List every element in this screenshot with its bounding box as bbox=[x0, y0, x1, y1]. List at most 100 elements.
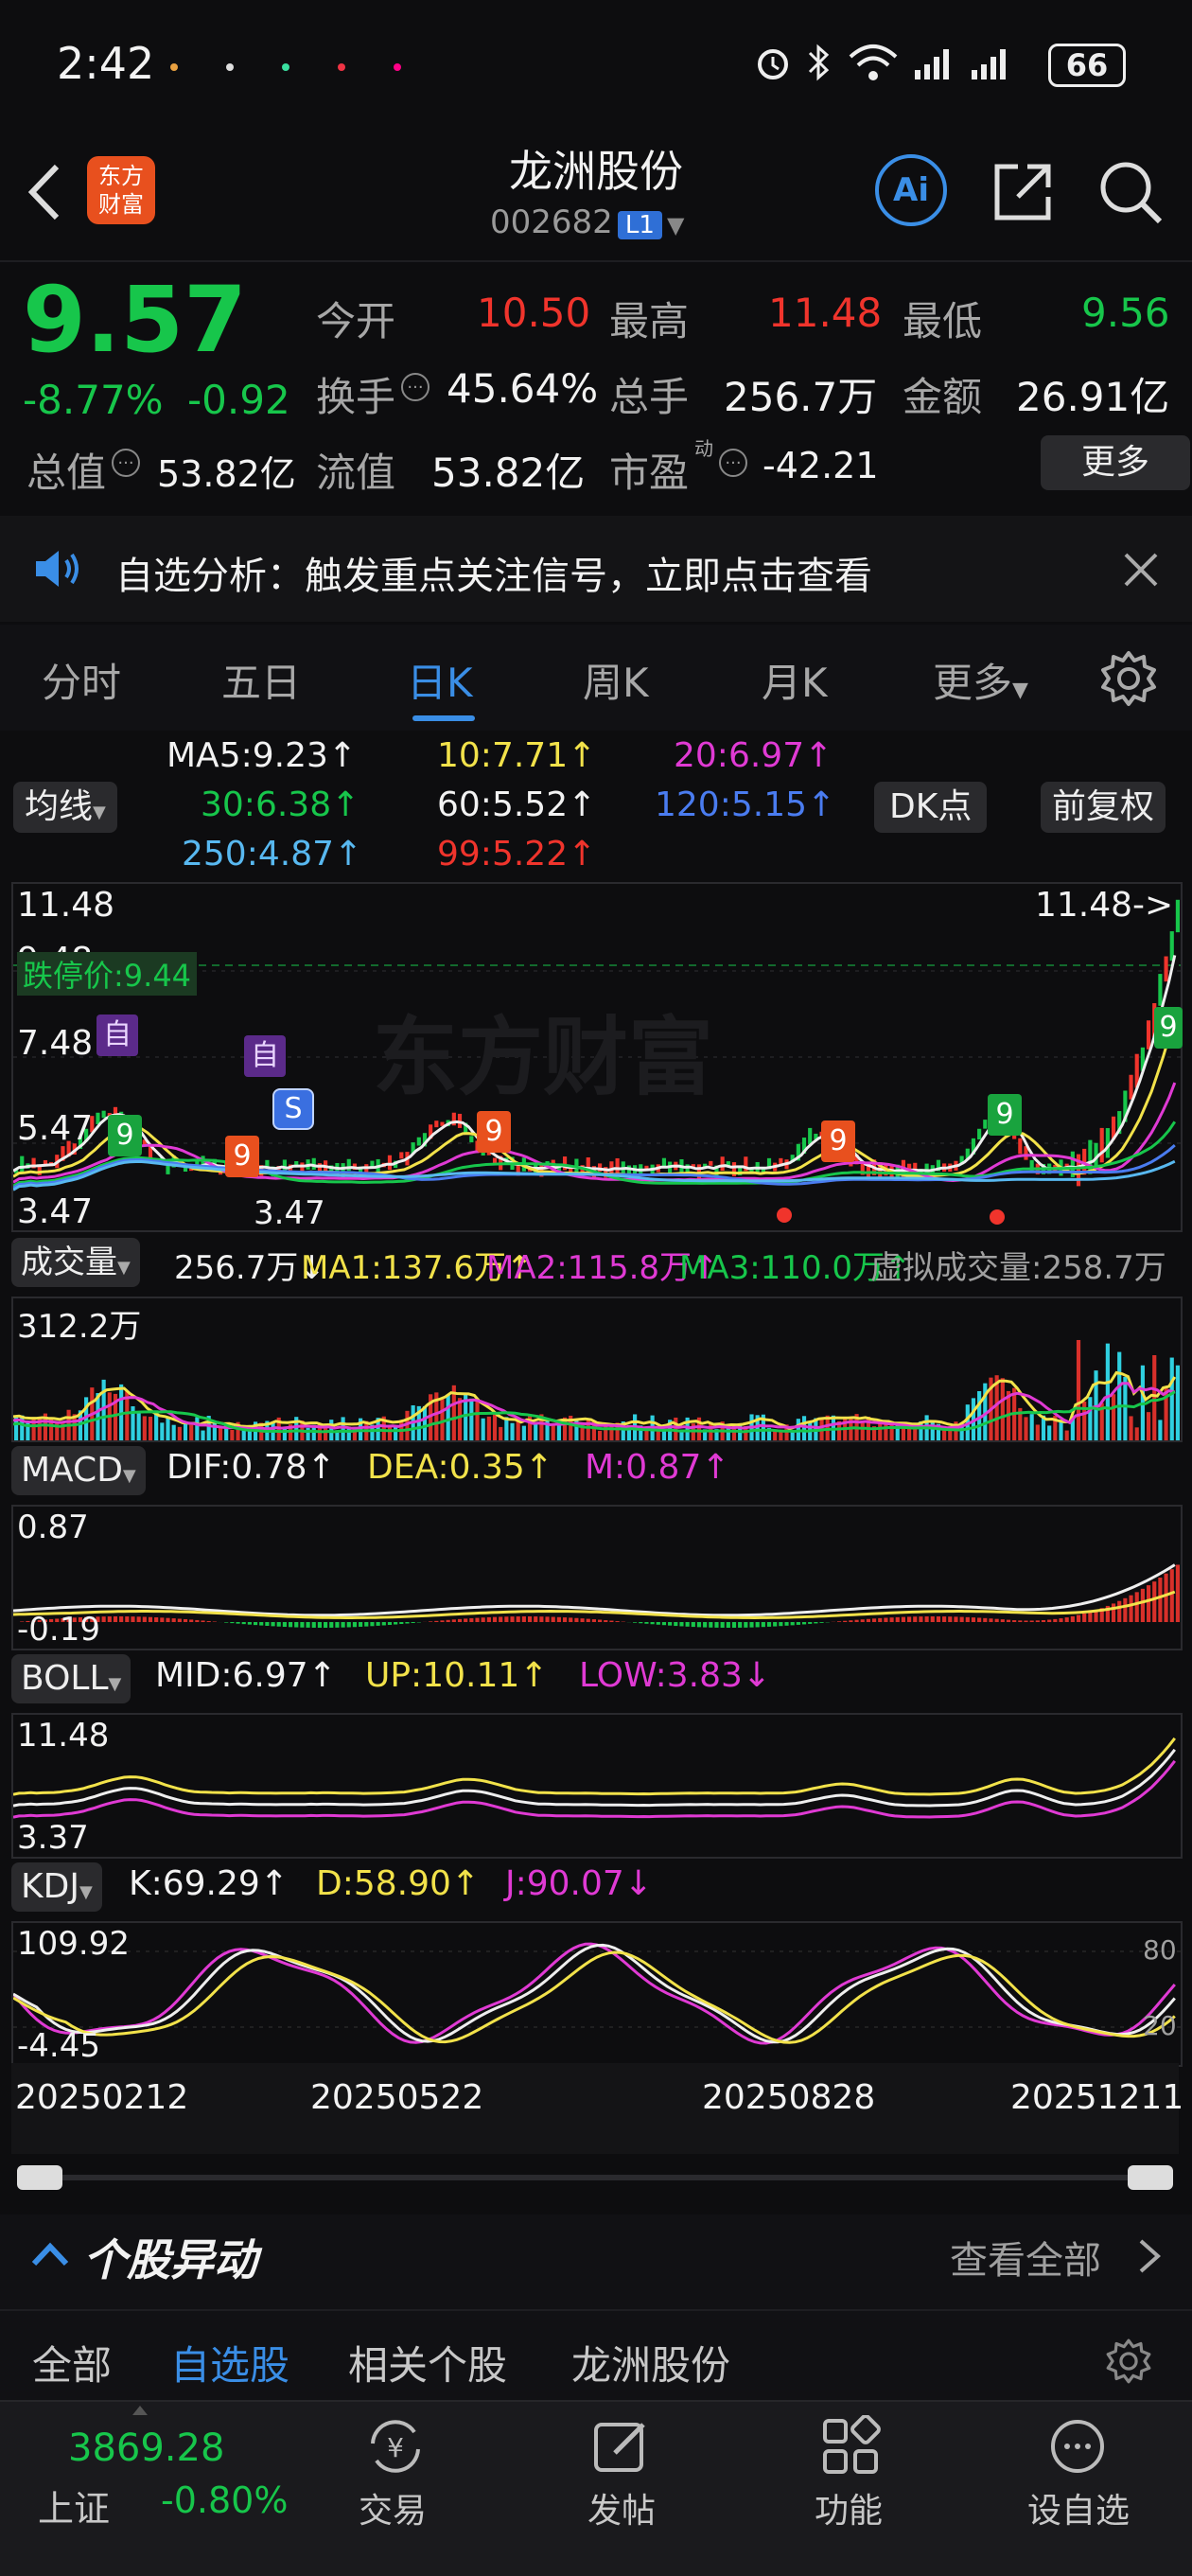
close-icon[interactable] bbox=[1122, 551, 1160, 592]
settings-gear-icon[interactable] bbox=[1099, 649, 1158, 712]
nine-turn-tag: 9 bbox=[821, 1120, 855, 1162]
tab-watchlist[interactable]: 自选股 bbox=[170, 2334, 289, 2391]
macd-bar bbox=[983, 1618, 987, 1622]
kdj-panel[interactable]: 109.92 -4.45 80 20 bbox=[11, 1921, 1183, 2067]
ma60-value: 60:5.52↑ bbox=[437, 785, 596, 824]
boll-panel[interactable]: 11.48 3.37 bbox=[11, 1713, 1183, 1859]
dk-point-button[interactable]: DK点 bbox=[874, 782, 987, 833]
tab-monthly-k[interactable]: 月K bbox=[762, 651, 828, 709]
macd-bar bbox=[679, 1622, 683, 1626]
macd-bar bbox=[697, 1622, 701, 1627]
volume-bar bbox=[189, 1425, 193, 1440]
macd-bar bbox=[633, 1622, 637, 1623]
settings-gear-icon[interactable] bbox=[1105, 2338, 1152, 2389]
more-button[interactable]: 更多 bbox=[1041, 435, 1190, 490]
post-edit-icon[interactable] bbox=[590, 2415, 653, 2481]
candle bbox=[721, 1156, 725, 1171]
volume-chart bbox=[13, 1298, 1181, 1440]
functions-grid-icon[interactable] bbox=[819, 2415, 882, 2481]
macd-bar bbox=[1012, 1620, 1016, 1622]
macd-panel[interactable]: 0.87 -0.19 bbox=[11, 1505, 1183, 1650]
macd-bar bbox=[837, 1621, 841, 1622]
nine-turn-tag: 9 bbox=[477, 1111, 511, 1153]
macd-bar bbox=[510, 1616, 514, 1622]
candle bbox=[399, 1152, 403, 1158]
boll-selector[interactable]: BOLL▼ bbox=[11, 1654, 131, 1703]
info-icon[interactable]: ··· bbox=[719, 449, 747, 477]
low-label: 最低 bbox=[903, 290, 982, 347]
watchlist-tag[interactable]: 自 bbox=[244, 1035, 286, 1077]
macd-bar bbox=[504, 1616, 508, 1622]
macd-bar bbox=[802, 1622, 806, 1624]
volume-bar bbox=[1147, 1412, 1150, 1440]
open-label: 今开 bbox=[316, 290, 395, 347]
info-icon[interactable]: ··· bbox=[401, 373, 429, 401]
active-tab-indicator bbox=[412, 715, 475, 721]
volume-panel[interactable]: 312.2万 bbox=[11, 1297, 1183, 1442]
macd-bar bbox=[977, 1617, 981, 1622]
index-name: 上证 bbox=[38, 2479, 110, 2532]
volume-bar bbox=[423, 1406, 427, 1440]
ai-assistant-button[interactable]: Ai bbox=[875, 154, 947, 226]
share-icon[interactable] bbox=[990, 159, 1056, 229]
current-price: 9.57 bbox=[23, 267, 247, 373]
macd-bar bbox=[854, 1620, 858, 1622]
kdj-k: K:69.29↑ bbox=[129, 1864, 289, 1903]
macd-bar bbox=[307, 1622, 310, 1628]
chevron-up-icon[interactable] bbox=[28, 2233, 72, 2281]
volume-selector[interactable]: 成交量▼ bbox=[11, 1238, 140, 1287]
macd-bar bbox=[359, 1622, 362, 1627]
volume-bar bbox=[1135, 1427, 1139, 1440]
candle bbox=[977, 1129, 981, 1139]
nine-turn-tag: 9 bbox=[1154, 1007, 1183, 1049]
range-handle-right[interactable] bbox=[1128, 2165, 1173, 2190]
tab-weekly-k[interactable]: 周K bbox=[583, 651, 649, 709]
search-icon[interactable] bbox=[1096, 157, 1166, 231]
volume-bar bbox=[598, 1431, 602, 1440]
ma-selector[interactable]: 均线▼ bbox=[13, 782, 117, 833]
nav-post[interactable]: 发帖 bbox=[551, 2483, 692, 2532]
volume-bar bbox=[1112, 1394, 1115, 1440]
macd-bar bbox=[1088, 1612, 1092, 1622]
tab-intraday[interactable]: 分时 bbox=[42, 651, 121, 709]
high-marker: 11.48-> bbox=[1035, 886, 1173, 925]
macd-selector[interactable]: MACD▼ bbox=[11, 1446, 146, 1495]
view-all-link[interactable]: 查看全部 bbox=[950, 2230, 1101, 2285]
tab-related[interactable]: 相关个股 bbox=[348, 2334, 507, 2391]
macd-bar bbox=[440, 1620, 444, 1622]
macd-bar bbox=[784, 1622, 788, 1626]
nav-trade[interactable]: 交易 bbox=[322, 2483, 464, 2532]
volume-bar bbox=[469, 1399, 473, 1440]
range-handle-left[interactable] bbox=[17, 2165, 62, 2190]
macd-bar bbox=[819, 1622, 823, 1623]
stock-code-row[interactable]: 002682 L1 ▼ bbox=[490, 203, 684, 241]
watchlist-tag[interactable]: 自 bbox=[96, 1015, 138, 1056]
macd-bar bbox=[808, 1622, 812, 1624]
macd-bar bbox=[814, 1622, 817, 1623]
info-icon[interactable]: ··· bbox=[112, 449, 140, 477]
kline-panel[interactable]: 东方财富 11.48 9.48 跌停价:9.44 7.48 5.47 3.47 … bbox=[11, 882, 1183, 1232]
macd-bar bbox=[522, 1616, 526, 1622]
kdj-d: D:58.90↑ bbox=[316, 1864, 480, 1903]
kdj-selector[interactable]: KDJ▼ bbox=[11, 1862, 102, 1912]
volume-bar bbox=[522, 1426, 526, 1440]
tab-more[interactable]: 更多▼ bbox=[933, 651, 1028, 709]
adjust-button[interactable]: 前复权 bbox=[1041, 782, 1166, 833]
macd-bar bbox=[1065, 1617, 1069, 1622]
chevron-right-icon[interactable] bbox=[1135, 2235, 1164, 2281]
tab-stock[interactable]: 龙洲股份 bbox=[571, 2334, 730, 2391]
signal-s-tag[interactable]: S bbox=[272, 1088, 314, 1130]
nav-add-watchlist[interactable]: 设自选 bbox=[1005, 2483, 1152, 2532]
tab-daily-k[interactable]: 日K bbox=[407, 651, 473, 709]
volume-bar bbox=[137, 1412, 141, 1440]
index-value[interactable]: 3869.28 bbox=[68, 2426, 224, 2470]
candle bbox=[1129, 1075, 1132, 1100]
macd-bar bbox=[592, 1619, 596, 1622]
tab-all[interactable]: 全部 bbox=[32, 2334, 112, 2391]
trade-icon[interactable]: ¥ bbox=[361, 2415, 429, 2481]
nine-turn-tag: 9 bbox=[108, 1115, 142, 1156]
nav-functions[interactable]: 功能 bbox=[778, 2483, 920, 2532]
tab-five-day[interactable]: 五日 bbox=[221, 651, 301, 709]
add-watchlist-icon[interactable] bbox=[1046, 2415, 1109, 2481]
range-scrollbar[interactable] bbox=[38, 2175, 1154, 2180]
